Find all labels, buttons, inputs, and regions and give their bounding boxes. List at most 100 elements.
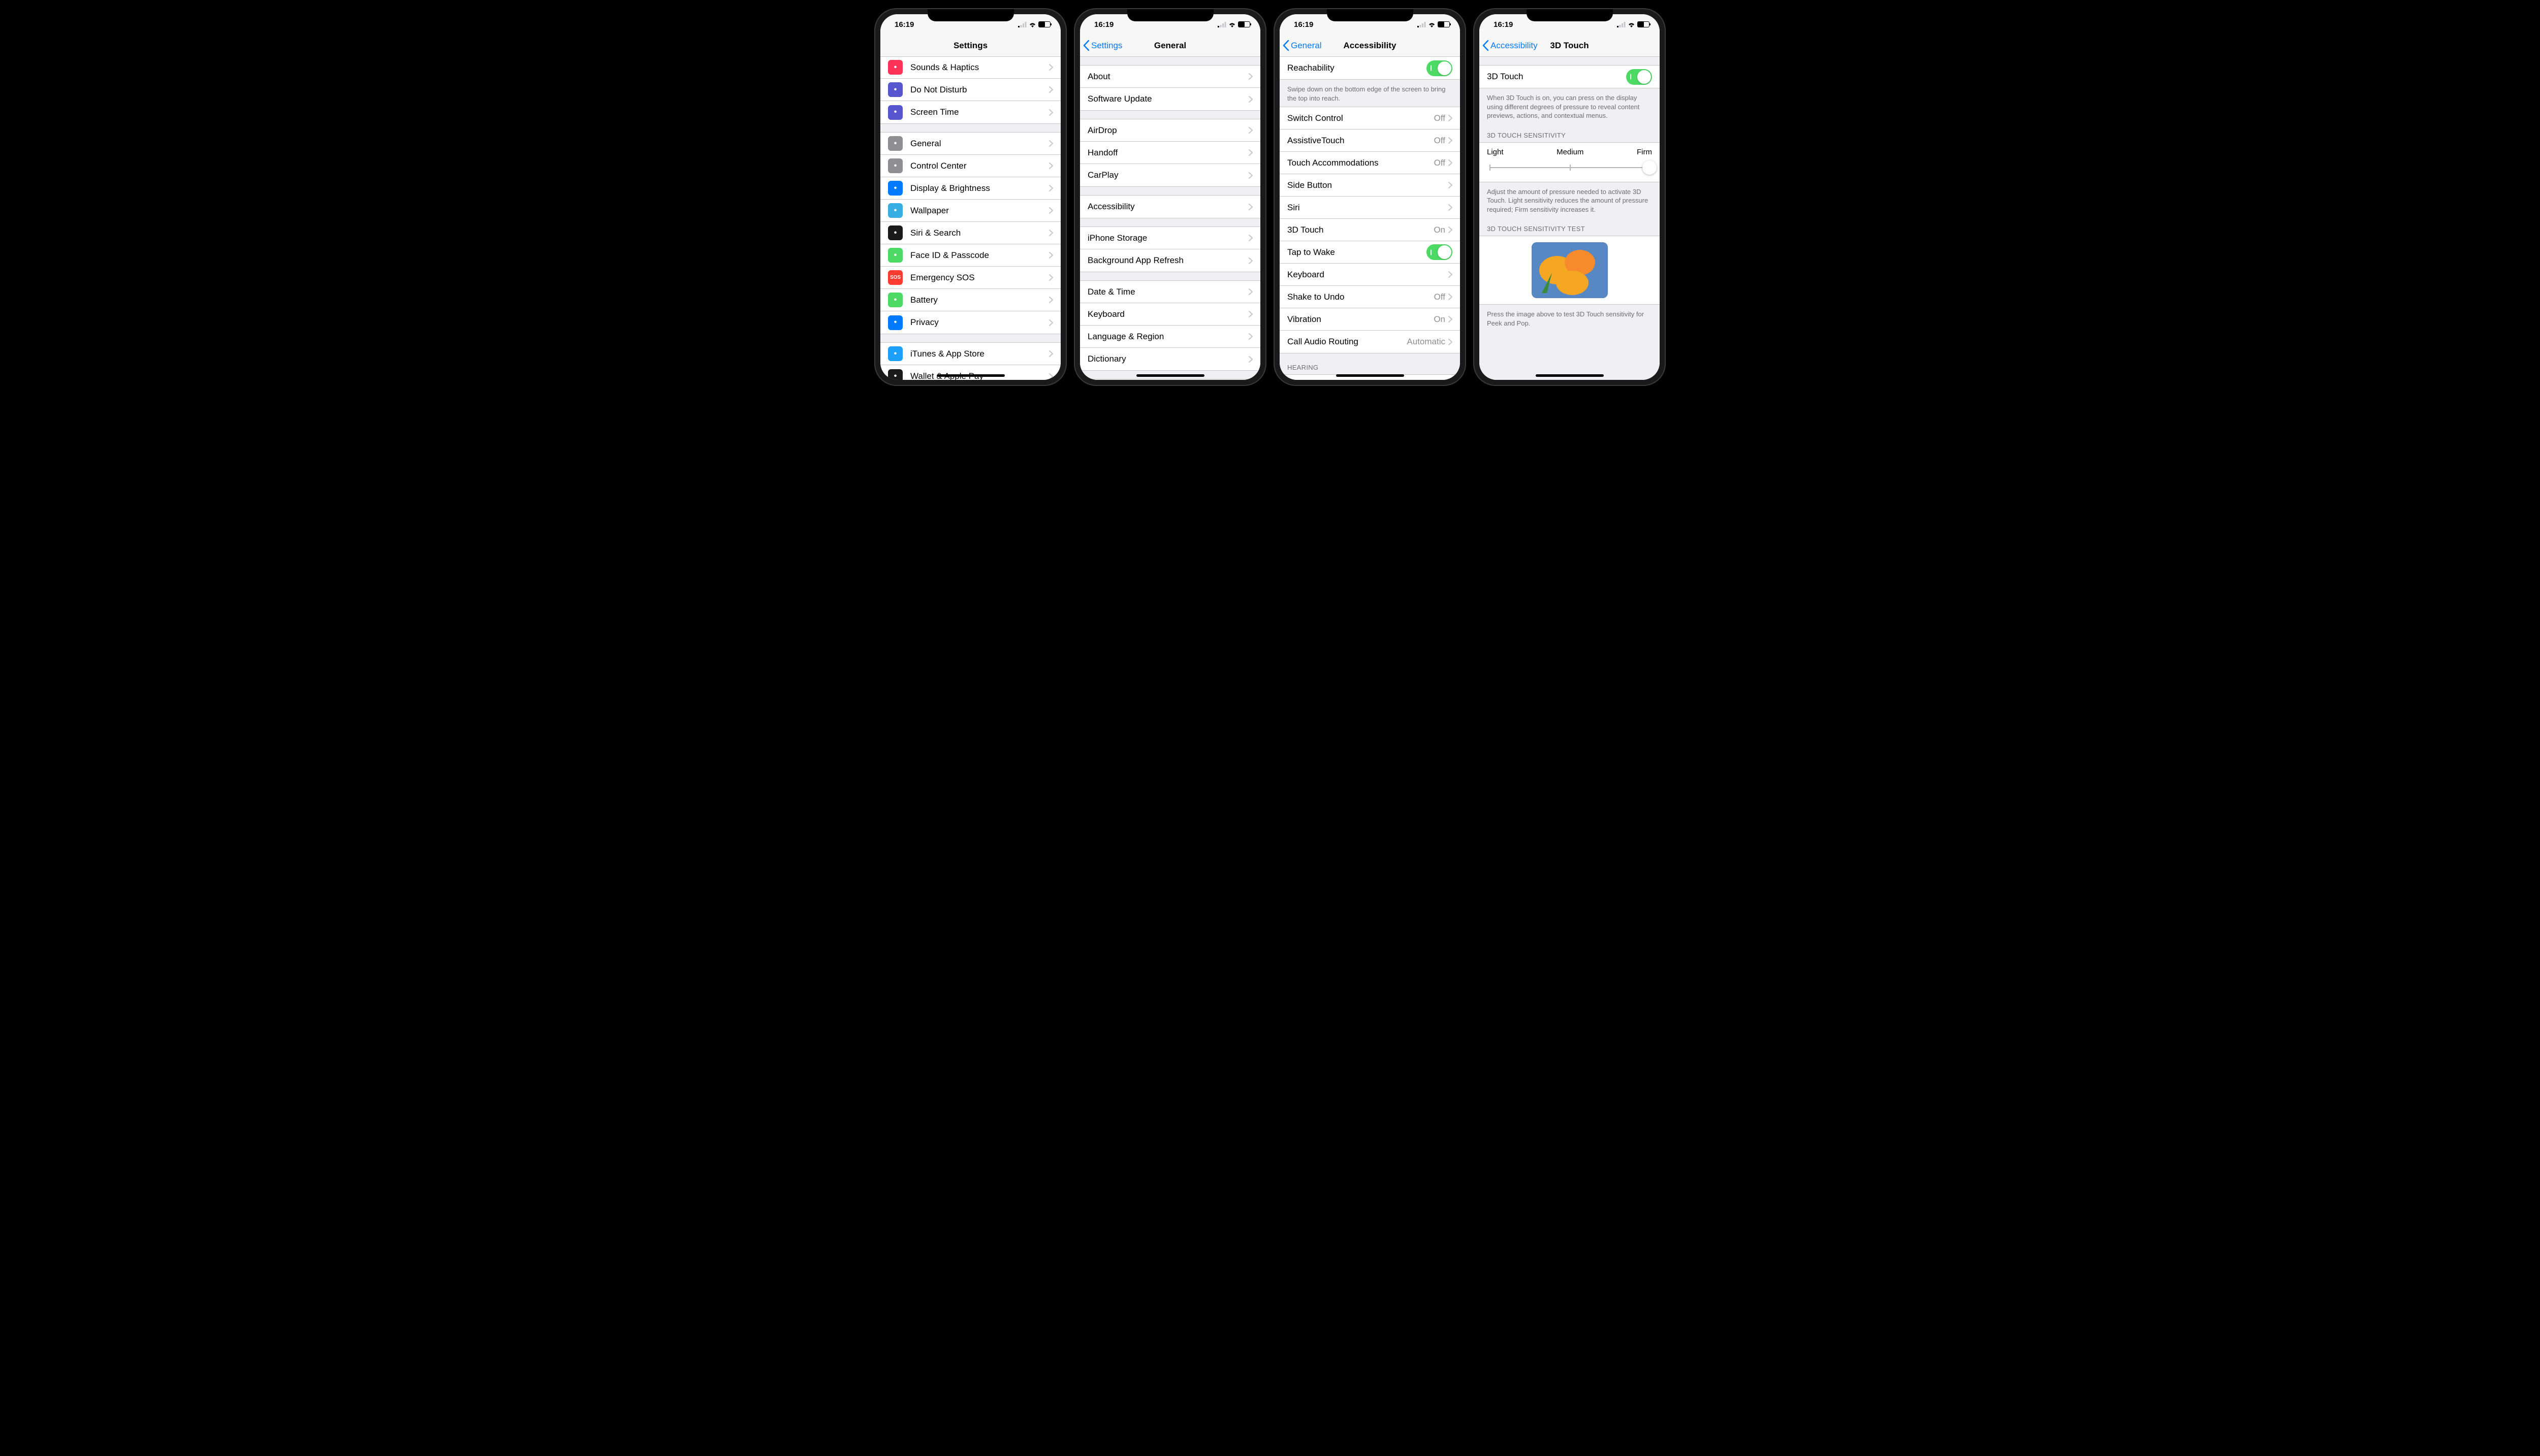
settings-row[interactable]: iTunes Wi-Fi Sync: [1080, 379, 1260, 380]
chevron-left-icon: [1083, 40, 1090, 51]
group-interaction: Switch ControlOffAssistiveTouchOffTouch …: [1280, 107, 1460, 353]
back-button[interactable]: General: [1283, 40, 1321, 51]
settings-row[interactable]: Reachability: [1280, 57, 1460, 79]
slider-label-firm: Firm: [1637, 148, 1652, 156]
footer-test: Press the image above to test 3D Touch s…: [1479, 307, 1660, 332]
navbar: General Accessibility: [1280, 35, 1460, 57]
chevron-right-icon: [1249, 235, 1253, 241]
header-test: 3D TOUCH SENSITIVITY TEST: [1479, 218, 1660, 236]
settings-row[interactable]: •Wallpaper: [880, 200, 1061, 222]
chevron-right-icon: [1249, 333, 1253, 340]
settings-group: •Sounds & Haptics•Do Not Disturb•Screen …: [880, 57, 1061, 124]
chevron-right-icon: [1049, 350, 1053, 357]
settings-group: AboutSoftware Update: [1080, 65, 1260, 111]
home-indicator[interactable]: [1336, 374, 1404, 377]
back-button[interactable]: Settings: [1083, 40, 1122, 51]
row-icon: •: [888, 248, 903, 263]
chevron-right-icon: [1249, 73, 1253, 80]
chevron-right-icon: [1448, 227, 1452, 233]
row-icon: •: [888, 315, 903, 330]
row-3dtouch-toggle[interactable]: 3D Touch: [1479, 66, 1660, 88]
content-scroll[interactable]: AboutSoftware Update AirDrop Handoff CarPla…: [1080, 57, 1260, 380]
slider-label-medium: Medium: [1557, 148, 1583, 156]
settings-group: •General•Control Center•Display & Bright…: [880, 132, 1061, 334]
screen: 16:19 Settings General AboutSoftware Upd…: [1080, 14, 1260, 380]
settings-row[interactable]: Touch AccommodationsOff: [1280, 152, 1460, 174]
settings-row[interactable]: CarPlay: [1080, 164, 1260, 186]
settings-row[interactable]: •Wallet & Apple Pay: [880, 365, 1061, 380]
row-label: Screen Time: [910, 107, 1049, 117]
home-indicator[interactable]: [937, 374, 1005, 377]
chevron-right-icon: [1049, 86, 1053, 93]
slider-thumb[interactable]: [1642, 160, 1657, 175]
settings-row[interactable]: • Face ID & Passcode: [880, 244, 1061, 267]
toggle-3dtouch[interactable]: [1626, 69, 1652, 85]
settings-row[interactable]: VibrationOn: [1280, 308, 1460, 331]
settings-row[interactable]: Accessibility: [1080, 196, 1260, 218]
status-icons: [1617, 21, 1649, 27]
settings-row[interactable]: Side Button: [1280, 174, 1460, 197]
settings-row[interactable]: •Screen Time: [880, 101, 1061, 123]
test-image[interactable]: [1532, 242, 1608, 298]
settings-row[interactable]: Software Update: [1080, 88, 1260, 110]
settings-row[interactable]: Handoff: [1080, 142, 1260, 164]
settings-row[interactable]: •iTunes & App Store: [880, 343, 1061, 365]
battery-icon: [1438, 21, 1450, 27]
settings-row[interactable]: •Privacy: [880, 311, 1061, 334]
settings-row[interactable]: AssistiveTouchOff: [1280, 130, 1460, 152]
settings-row[interactable]: •General: [880, 133, 1061, 155]
home-indicator[interactable]: [1536, 374, 1604, 377]
settings-row[interactable]: Shake to UndoOff: [1280, 286, 1460, 308]
settings-row[interactable]: Keyboard: [1080, 303, 1260, 326]
chevron-right-icon: [1249, 311, 1253, 317]
settings-row[interactable]: Call Audio RoutingAutomatic: [1280, 331, 1460, 353]
settings-row[interactable]: Siri: [1280, 197, 1460, 219]
content-scroll[interactable]: ReachabilitySwipe down on the bottom edg…: [1280, 57, 1460, 380]
chevron-right-icon: [1448, 115, 1452, 121]
row-label: Handoff: [1088, 148, 1249, 158]
settings-row[interactable]: Switch ControlOff: [1280, 107, 1460, 130]
settings-row[interactable]: •Sounds & Haptics: [880, 57, 1061, 79]
wifi-icon: [1628, 22, 1635, 27]
toggle[interactable]: [1426, 60, 1452, 76]
row-label: General: [910, 139, 1049, 149]
back-button[interactable]: Accessibility: [1482, 40, 1538, 51]
navbar: Accessibility 3D Touch: [1479, 35, 1660, 57]
content-scroll[interactable]: 3D Touch When 3D Touch is on, you can pr…: [1479, 57, 1660, 380]
home-indicator[interactable]: [1136, 374, 1204, 377]
settings-row[interactable]: iPhone Storage: [1080, 227, 1260, 249]
settings-row[interactable]: AirDrop: [1080, 119, 1260, 142]
settings-row[interactable]: Tap to Wake: [1280, 241, 1460, 264]
sensitivity-slider[interactable]: [1489, 160, 1649, 175]
header-sensitivity: 3D TOUCH SENSITIVITY: [1479, 124, 1660, 142]
row-label: Face ID & Passcode: [910, 250, 1049, 261]
footer-sensitivity: Adjust the amount of pressure needed to …: [1479, 184, 1660, 218]
content-scroll[interactable]: •Sounds & Haptics•Do Not Disturb•Screen …: [880, 57, 1061, 380]
row-label: iPhone Storage: [1088, 233, 1249, 243]
settings-row[interactable]: Keyboard: [1280, 264, 1460, 286]
settings-row[interactable]: •Display & Brightness: [880, 177, 1061, 200]
settings-row[interactable]: Date & Time: [1080, 281, 1260, 303]
settings-row[interactable]: SOSEmergency SOS: [880, 267, 1061, 289]
settings-row[interactable]: Background App Refresh: [1080, 249, 1260, 272]
settings-row[interactable]: 3D TouchOn: [1280, 219, 1460, 241]
group-3dtouch-toggle: 3D Touch: [1479, 65, 1660, 88]
chevron-right-icon: [1249, 149, 1253, 156]
chevron-left-icon: [1283, 40, 1289, 51]
settings-row[interactable]: Dictionary: [1080, 348, 1260, 370]
settings-row[interactable]: About: [1080, 66, 1260, 88]
row-label: 3D Touch: [1487, 72, 1626, 82]
row-label: AirDrop: [1088, 125, 1249, 136]
settings-row[interactable]: Language & Region: [1080, 326, 1260, 348]
chevron-right-icon: [1448, 137, 1452, 144]
settings-row[interactable]: •Do Not Disturb: [880, 79, 1061, 101]
settings-row[interactable]: •Siri & Search: [880, 222, 1061, 244]
toggle[interactable]: [1426, 244, 1452, 260]
settings-row[interactable]: •Control Center: [880, 155, 1061, 177]
settings-row[interactable]: •Battery: [880, 289, 1061, 311]
cellular-signal-icon: [1417, 22, 1426, 27]
row-icon: •: [888, 346, 903, 361]
row-label: Vibration: [1287, 314, 1434, 325]
chevron-right-icon: [1448, 339, 1452, 345]
status-time: 16:19: [1290, 20, 1313, 29]
